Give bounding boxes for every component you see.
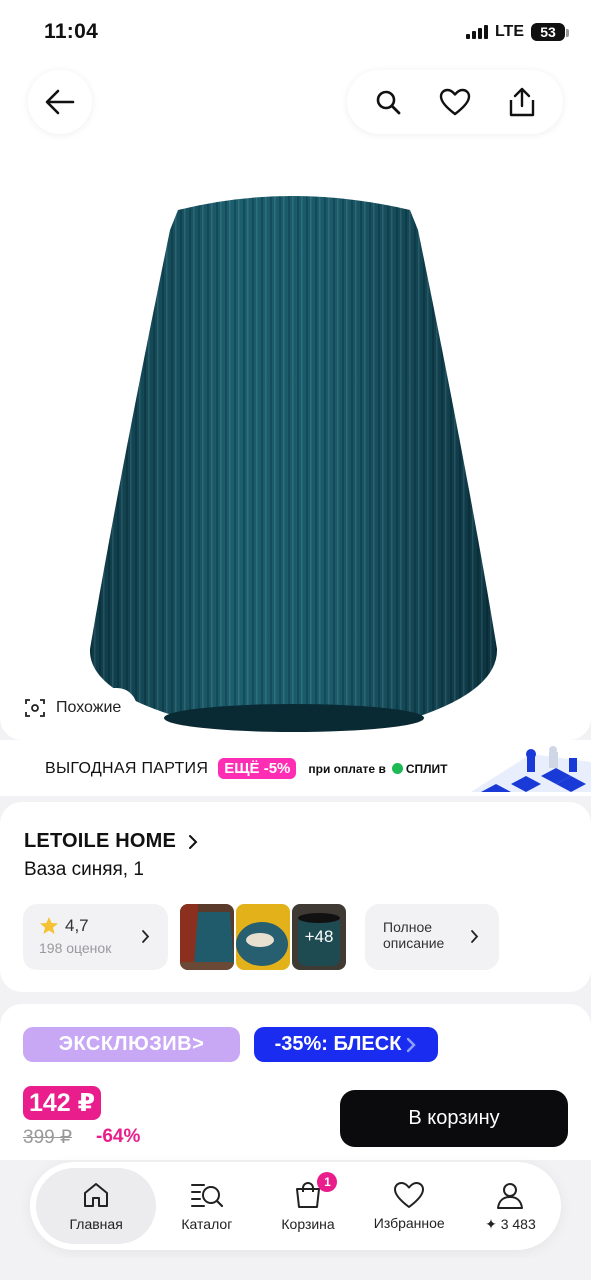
heart-icon [439,88,471,116]
status-indicators: LTE 53 [465,23,569,41]
add-to-cart-button[interactable]: В корзину [340,1090,568,1147]
similar-label: Похожие [56,699,122,716]
split-icon [391,763,403,774]
tab-home[interactable]: Главная [36,1168,157,1244]
product-title: Ваза синяя, 1 [24,859,144,880]
top-actions [347,70,563,134]
old-price: 399 ₽ [23,1127,73,1148]
split-logo: СПЛИТ [391,761,448,776]
heart-icon [394,1182,425,1208]
brand-name: LETOILE HOME [24,830,177,852]
search-button[interactable] [366,80,410,124]
more-photos-count: +48 [304,927,334,946]
promo-row: ВЫГОДНАЯ ПАРТИЯ ЕЩЁ -5% при оплате в СПЛ… [45,758,448,779]
cart-badge: 1 [317,1172,338,1192]
tab-cart[interactable]: 1 Корзина [257,1168,358,1244]
more-photos-button[interactable]: +48 [292,904,346,970]
tab-catalog-label: Каталог [181,1216,233,1232]
tab-favorites-label: Избранное [373,1215,445,1231]
promo-text: ВЫГОДНАЯ ПАРТИЯ [45,759,209,777]
review-photos: +48 [180,904,346,970]
scan-icon [25,699,45,717]
chess-illustration [471,746,591,792]
bottom-tab-bar: Главная Каталог 1 Корзина Избранное ✦ 3 … [30,1162,561,1250]
share-icon [509,87,534,117]
brand-link[interactable]: LETOILE HOME [24,830,198,853]
status-time: 11:04 [44,20,99,43]
home-indicator [0,1258,591,1280]
buy-bar: 142 ₽ 399 ₽ -64% В корзину [0,1076,591,1160]
battery-icon: 53 [531,23,569,41]
current-price: 142 ₽ [23,1086,102,1120]
network-type: LTE [494,23,524,40]
sale-badge[interactable]: -35%: БЛЕСК [254,1027,438,1062]
tab-profile[interactable]: ✦ 3 483 [460,1168,561,1244]
discount-percent: -64% [96,1126,141,1147]
share-button[interactable] [500,80,544,124]
tab-cart-label: Корзина [281,1216,335,1232]
profile-icon [497,1182,524,1209]
exclusive-badge[interactable]: ЭКСКЛЮЗИВ> [23,1027,240,1062]
signal-icon [465,25,488,39]
chevron-right-icon [142,930,150,943]
photo-thumbnail [180,904,234,970]
promo-pay-text: при оплате в [308,761,386,776]
tab-favorites[interactable]: Избранное [359,1168,460,1244]
star-icon [40,917,58,934]
home-icon [84,1183,109,1207]
photo-thumbnail [236,904,290,970]
similar-button[interactable]: Похожие [12,688,138,728]
promo-badge: ЕЩЁ -5% [218,758,297,779]
promo-banner[interactable]: ВЫГОДНАЯ ПАРТИЯ ЕЩЁ -5% при оплате в СПЛ… [0,740,591,796]
chevron-right-icon [189,834,198,849]
review-photo[interactable] [236,904,290,970]
back-button[interactable] [28,70,92,134]
product-gallery[interactable]: Похожие [0,64,591,740]
product-image [89,196,498,732]
chevron-right-icon [471,930,479,943]
sale-badge-label: -35%: БЛЕСК [274,1033,402,1055]
tab-home-label: Главная [69,1216,123,1232]
product-info-card: LETOILE HOME Ваза синяя, 1 4,7 198 оцено… [0,802,591,992]
catalog-icon [190,1184,223,1208]
chevron-right-icon [407,1037,417,1052]
review-photo[interactable] [180,904,234,970]
tab-catalog[interactable]: Каталог [156,1168,257,1244]
full-description-button[interactable]: Полное описание [365,904,499,970]
rating-button[interactable]: 4,7 198 оценок [23,904,168,970]
description-label-line1: Полное [383,919,433,935]
split-label: СПЛИТ [405,761,448,776]
tab-profile-label: ✦ 3 483 [485,1215,536,1232]
description-label-line2: описание [383,935,445,951]
search-icon [377,90,401,115]
arrow-left-icon [45,89,75,115]
favorite-button[interactable] [433,80,477,124]
status-bar: 11:04 LTE 53 [0,0,591,64]
rating-value: 4,7 [65,916,89,935]
